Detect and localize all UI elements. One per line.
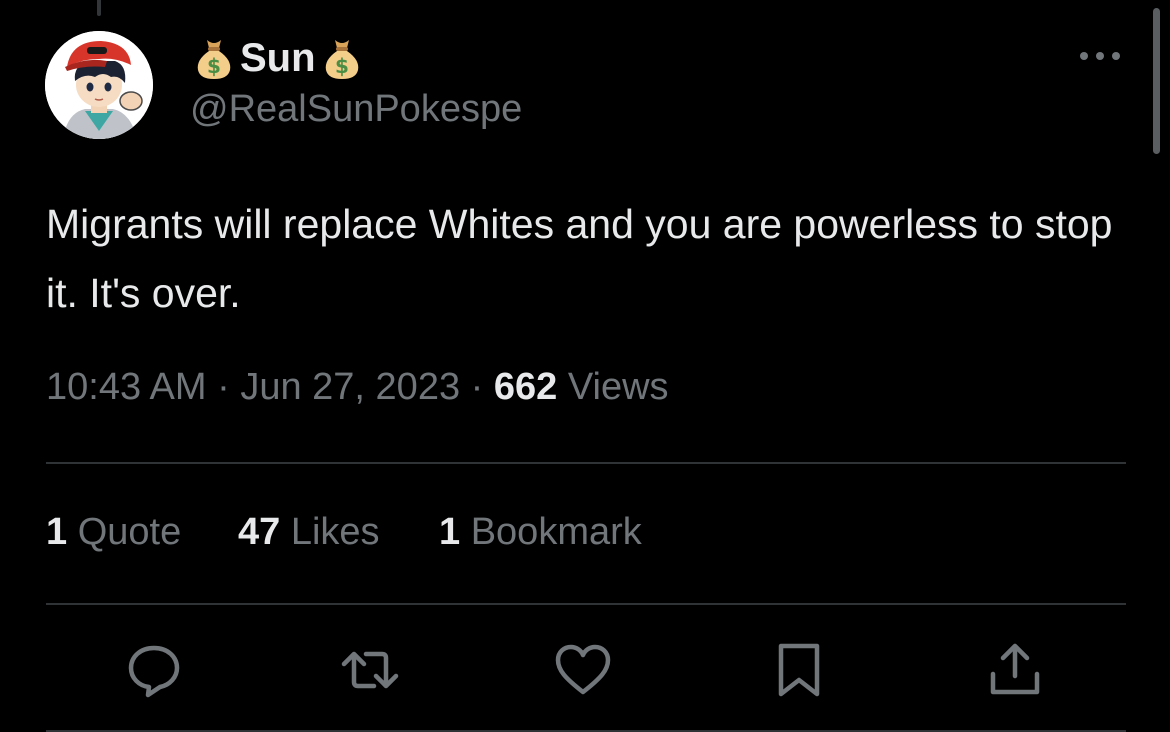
svg-text:$: $ — [335, 54, 349, 78]
retweet-button[interactable] — [338, 638, 402, 702]
tweet-meta: 10:43 AM · Jun 27, 2023 · 662 Views — [46, 366, 669, 409]
meta-separator: · — [470, 366, 484, 408]
quotes-label: Quote — [77, 511, 182, 553]
divider — [46, 603, 1126, 605]
thread-connector-line — [97, 0, 101, 16]
money-bag-icon: $ — [325, 40, 358, 79]
retweet-icon — [341, 651, 399, 689]
more-options-button[interactable] — [1078, 46, 1122, 66]
avatar[interactable] — [45, 31, 153, 139]
svg-text:$: $ — [207, 54, 221, 78]
reply-button[interactable] — [122, 638, 186, 702]
more-icon — [1080, 52, 1120, 60]
bookmark-icon — [778, 643, 820, 697]
user-handle[interactable]: @RealSunPokespe — [190, 88, 522, 131]
likes-stat[interactable]: 47 Likes — [238, 511, 380, 554]
quotes-count: 1 — [46, 511, 68, 553]
tweet-text: Migrants will replace Whites and you are… — [46, 201, 1113, 316]
avatar-illustration — [45, 31, 153, 139]
likes-count: 47 — [238, 511, 281, 553]
reply-icon — [128, 645, 180, 698]
bookmark-button[interactable] — [767, 638, 831, 702]
scrollbar[interactable] — [1153, 8, 1160, 154]
like-icon — [555, 644, 611, 695]
views-label: Views — [567, 366, 669, 408]
display-name[interactable]: $ Sun $ — [190, 34, 366, 82]
action-bar — [0, 638, 1170, 702]
bookmarks-label: Bookmark — [470, 511, 642, 553]
likes-label: Likes — [290, 511, 380, 553]
bookmarks-stat[interactable]: 1 Bookmark — [439, 511, 642, 554]
views-count: 662 — [493, 366, 558, 408]
divider — [46, 462, 1126, 464]
money-bag-icon: $ — [197, 40, 231, 79]
like-button[interactable] — [551, 638, 615, 702]
bookmarks-count: 1 — [439, 511, 461, 553]
share-icon — [990, 643, 1040, 695]
display-name-text: Sun — [240, 35, 316, 80]
meta-separator: · — [217, 366, 230, 408]
tweet-time[interactable]: 10:43 AM — [46, 366, 207, 408]
share-button[interactable] — [983, 638, 1047, 702]
tweet-date[interactable]: Jun 27, 2023 — [240, 366, 460, 408]
quotes-stat[interactable]: 1 Quote — [46, 511, 181, 554]
